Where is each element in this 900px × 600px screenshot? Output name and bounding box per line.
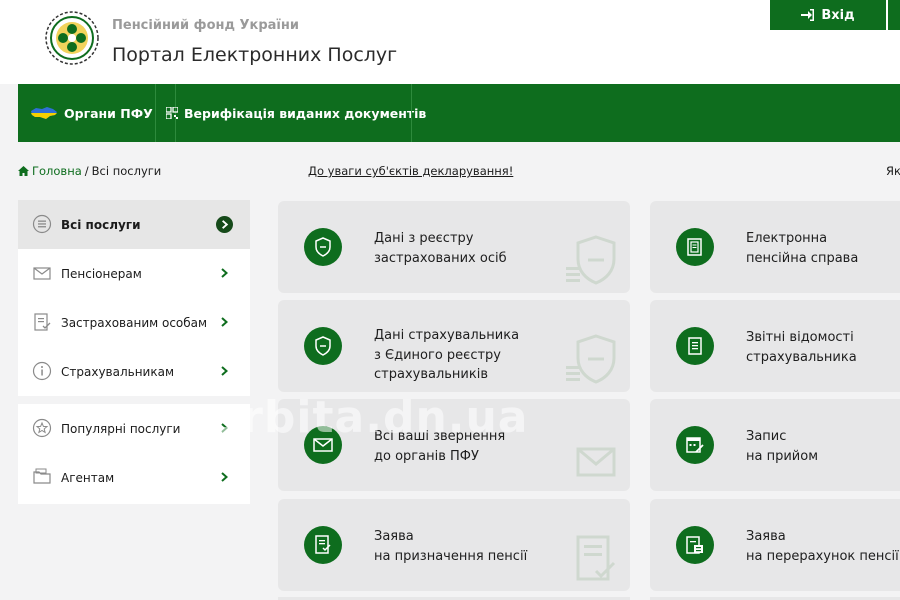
service-card-text: Дані страхувальника з Єдиного реєстру ст… <box>374 326 519 385</box>
service-card-employer-registry[interactable]: Дані страхувальника з Єдиного реєстру ст… <box>278 300 630 392</box>
shield-coins-icon <box>304 228 342 266</box>
sidebar-item-all-services[interactable]: Всі послуги <box>18 200 250 249</box>
service-card-line: Заява <box>746 529 786 544</box>
service-card-line: пенсійна справа <box>746 250 859 266</box>
list-icon <box>32 214 52 234</box>
chevron-right-icon <box>221 317 229 327</box>
edge-text: Як <box>886 164 900 178</box>
envelope-icon <box>33 267 51 280</box>
service-card-line: страхувальників <box>374 367 488 382</box>
shield-coins-watermark-icon <box>566 334 616 384</box>
breadcrumb-home-label: Головна <box>32 164 82 178</box>
home-icon <box>18 166 29 176</box>
service-card-pension-application[interactable]: Заява на призначення пенсії <box>278 499 630 591</box>
service-card-line: страхувальника <box>746 349 857 365</box>
service-card-line: на перерахунок пенсії <box>746 548 899 564</box>
sidebar-item-employers[interactable]: Страхувальникам <box>18 347 250 396</box>
service-card-appointment[interactable]: Запис на прийом <box>650 399 900 491</box>
service-card-electronic-pension-file[interactable]: Електронна пенсійна справа <box>650 201 900 293</box>
form-check-icon <box>304 526 342 564</box>
breadcrumb-separator: / <box>84 164 89 178</box>
pfu-emblem-icon[interactable] <box>44 10 100 66</box>
service-card-pension-recalculation[interactable]: Заява на перерахунок пенсії <box>650 499 900 591</box>
chevron-right-icon <box>221 268 229 278</box>
service-card-line: на призначення пенсії <box>374 548 528 564</box>
nav-label-pfu-bodies: Органи ПФУ <box>64 105 153 121</box>
nav-divider <box>411 84 412 142</box>
form-check-watermark-icon <box>576 535 616 581</box>
sidebar-item-insured-persons[interactable]: Застрахованим особам <box>18 298 250 347</box>
sidebar-item-pensioners[interactable]: Пенсіонерам <box>18 249 250 298</box>
service-card-line: на прийом <box>746 448 819 464</box>
header-extra-button[interactable] <box>888 0 900 30</box>
service-card-text: Електронна пенсійна справа <box>746 229 858 268</box>
chevron-right-icon <box>221 366 229 376</box>
nav-label-verification: Верифікація виданих документів <box>184 105 427 121</box>
chevron-right-icon <box>222 220 229 229</box>
login-label: Вхід <box>821 7 855 23</box>
main-navbar: Органи ПФУ Верифікація виданих документі… <box>18 84 900 142</box>
sign-in-icon <box>801 9 815 21</box>
sidebar-item-label: Агентам <box>61 470 115 485</box>
nav-divider <box>155 84 156 142</box>
shield-coins-icon <box>304 327 342 365</box>
nav-item-verification[interactable]: Верифікація виданих документів <box>166 84 426 142</box>
shield-coins-watermark-icon <box>566 235 616 285</box>
envelope-watermark-icon <box>576 447 616 477</box>
login-button[interactable]: Вхід <box>770 0 886 30</box>
info-icon <box>32 361 52 381</box>
service-card-employer-reports[interactable]: Звітні відомості страхувальника <box>650 300 900 392</box>
service-card-line: Дані з реєстру <box>374 231 474 246</box>
service-card-text: Заява на призначення пенсії <box>374 527 527 566</box>
service-card-line: Електронна <box>746 231 828 246</box>
sidebar-item-label: Популярні послуги <box>61 421 181 436</box>
sidebar-item-label: Пенсіонерам <box>61 266 142 281</box>
sidebar-item-agents[interactable]: Агентам <box>18 453 250 502</box>
report-icon <box>676 327 714 365</box>
service-card-text: Запис на прийом <box>746 427 818 466</box>
service-card-insured-registry[interactable]: Дані з реєстру застрахованих осіб <box>278 201 630 293</box>
service-card-line: Дані страхувальника <box>374 328 520 343</box>
breadcrumb: Головна / Всі послуги <box>18 164 161 178</box>
service-card-text: Заява на перерахунок пенсії <box>746 527 899 566</box>
sidebar-categories: Всі послуги Пенсіонерам Застрахованим ос… <box>18 200 250 396</box>
service-card-line: Заява <box>374 529 414 544</box>
image-watermark: orbita.dn.ua <box>210 392 529 443</box>
service-card-line: Запис <box>746 429 787 444</box>
breadcrumb-home[interactable]: Головна <box>18 164 82 178</box>
service-card-line: застрахованих осіб <box>374 250 507 266</box>
doc-recalc-icon <box>676 526 714 564</box>
sidebar-item-label: Всі послуги <box>61 217 141 232</box>
calendar-edit-icon <box>676 426 714 464</box>
portal-title[interactable]: Портал Електронних Послуг <box>112 44 397 66</box>
document-check-icon <box>34 313 51 331</box>
qr-code-icon <box>166 107 178 119</box>
sidebar-item-label: Страхувальникам <box>61 364 175 379</box>
service-card-text: Дані з реєстру застрахованих осіб <box>374 229 507 268</box>
service-card-line: до органів ПФУ <box>374 448 479 464</box>
declaration-notice-link[interactable]: До уваги суб'єктів декларування! <box>308 164 513 178</box>
chevron-right-icon <box>221 472 229 482</box>
service-card-line: Звітні відомості <box>746 330 854 345</box>
star-icon <box>32 418 52 438</box>
folder-icon <box>33 468 51 484</box>
ukraine-map-icon <box>31 107 57 119</box>
breadcrumb-current: Всі послуги <box>91 164 162 178</box>
service-card-line: з Єдиного реєстру <box>374 347 501 363</box>
folder-doc-icon <box>676 228 714 266</box>
site-header: Пенсійний фонд України Портал Електронни… <box>0 0 900 84</box>
org-name: Пенсійний фонд України <box>112 18 299 33</box>
service-card-text: Звітні відомості страхувальника <box>746 328 857 367</box>
sidebar-item-label: Застрахованим особам <box>61 315 208 330</box>
